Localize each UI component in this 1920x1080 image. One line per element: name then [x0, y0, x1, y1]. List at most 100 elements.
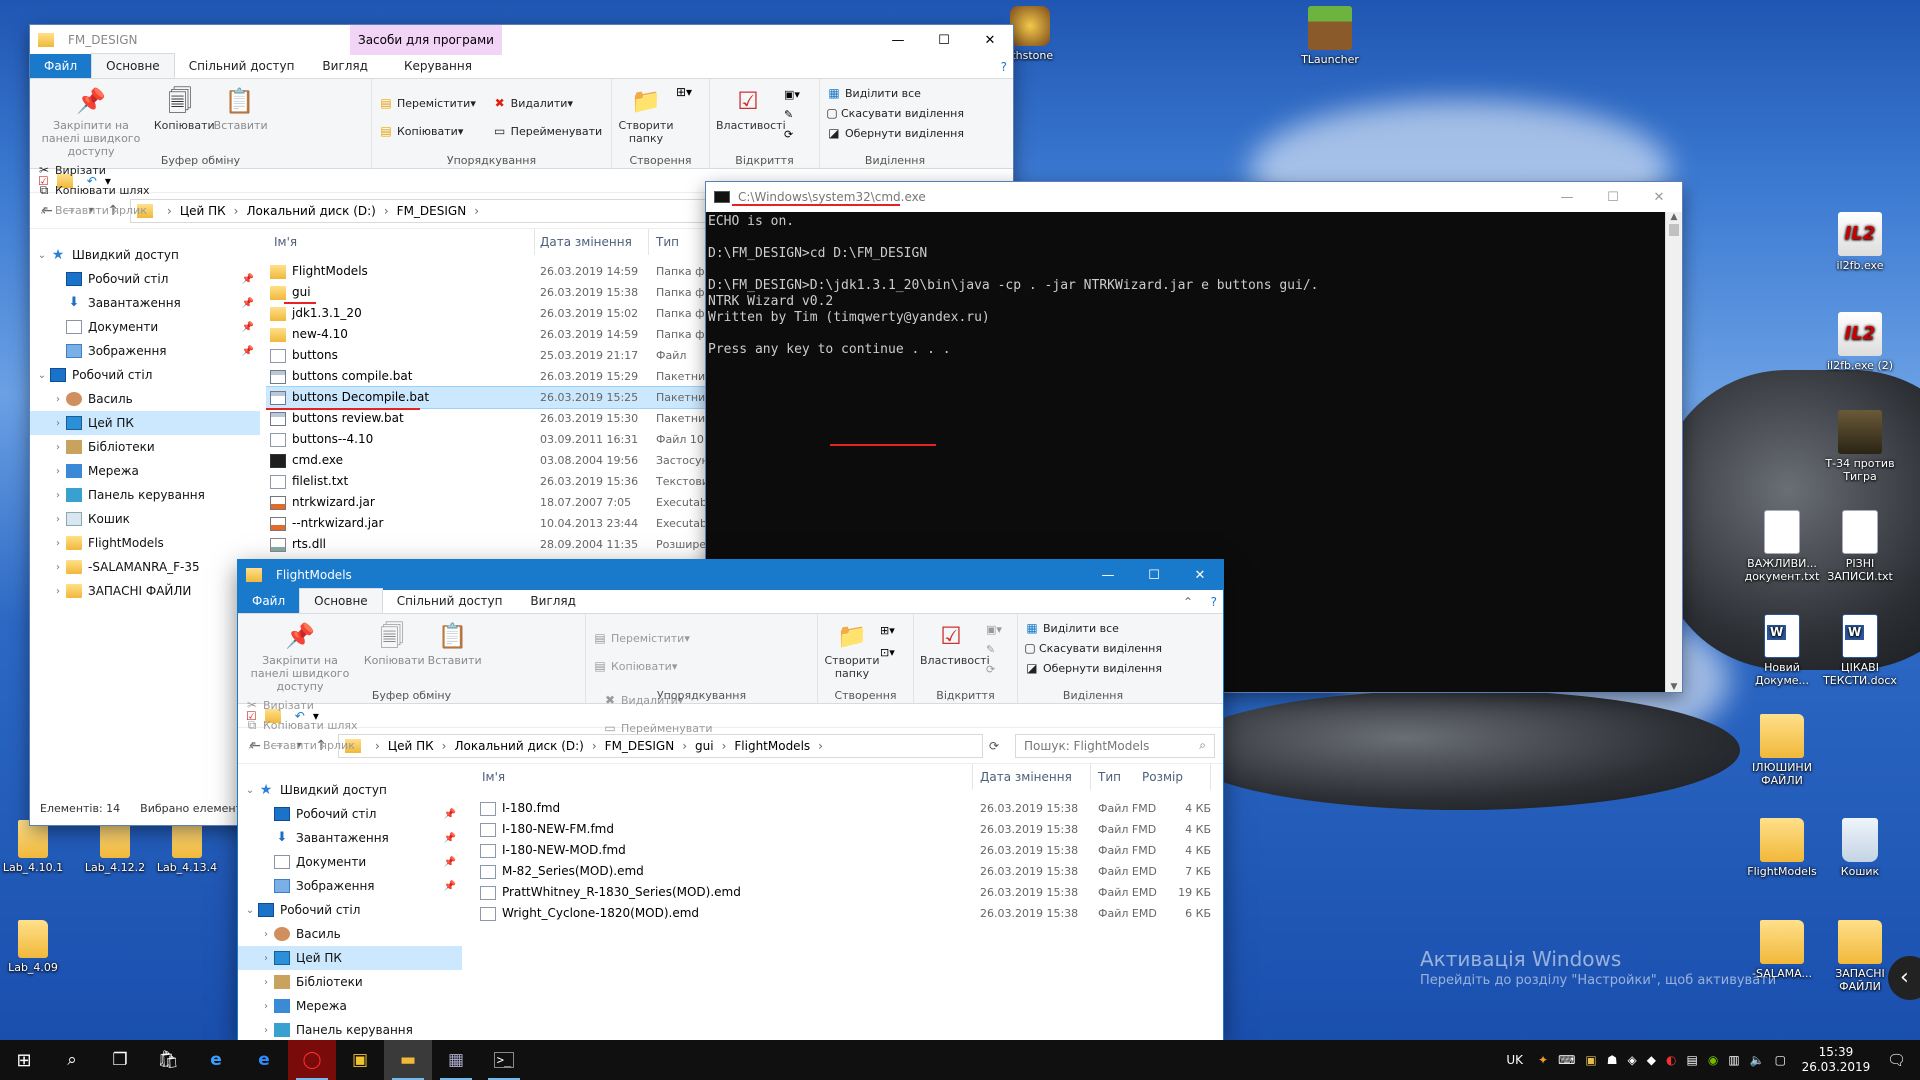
- chevron-right-icon[interactable]: ›: [50, 490, 66, 501]
- desktop-icon-folder[interactable]: Lab_4.09: [0, 920, 76, 974]
- tray-drive-icon[interactable]: ◆: [1647, 1053, 1656, 1067]
- network-icon[interactable]: ▥: [1728, 1053, 1739, 1067]
- breadcrumb-segment[interactable]: Цей ПК: [388, 739, 434, 753]
- pin-icon[interactable]: 📌: [444, 809, 456, 820]
- select-none-button[interactable]: ▢ Скасувати виділення: [1024, 638, 1162, 658]
- chevron-right-icon[interactable]: ›: [258, 1025, 274, 1036]
- close-icon[interactable]: ✕: [967, 25, 1013, 55]
- chevron-right-icon[interactable]: ›: [722, 739, 727, 753]
- nav-item[interactable]: › Мережа: [30, 459, 260, 483]
- chevron-right-icon[interactable]: ›: [442, 739, 447, 753]
- open-icons[interactable]: ▣▾ ✎ ⟳: [986, 620, 1002, 680]
- taskbar-cmd[interactable]: >_: [480, 1040, 528, 1080]
- taskbar-app[interactable]: ▦: [432, 1040, 480, 1080]
- chevron-down-icon[interactable]: ⌄: [34, 250, 50, 261]
- tray-nvidia-icon[interactable]: ◉: [1708, 1053, 1718, 1067]
- maximize-icon[interactable]: ☐: [1590, 182, 1636, 212]
- tray-shield-icon[interactable]: ◈: [1628, 1053, 1637, 1067]
- invert-selection-button[interactable]: ◪ Обернути виділення: [1024, 658, 1162, 678]
- task-view-button[interactable]: ❐: [96, 1040, 144, 1080]
- nav-item[interactable]: › Панель керування: [30, 483, 260, 507]
- tray-rog-icon[interactable]: ◐: [1666, 1053, 1676, 1067]
- new-folder-button[interactable]: 📁 Створити папку: [824, 618, 880, 680]
- desktop-icon-bin[interactable]: Кошик: [1814, 818, 1906, 878]
- close-icon[interactable]: ✕: [1636, 182, 1682, 212]
- help-icon[interactable]: ?: [995, 55, 1013, 79]
- chevron-right-icon[interactable]: ›: [50, 514, 66, 525]
- minimize-icon[interactable]: —: [875, 25, 921, 55]
- console-scrollbar[interactable]: ▲ ▼: [1665, 212, 1682, 692]
- nav-item[interactable]: › Бібліотеки: [30, 435, 260, 459]
- file-row[interactable]: PrattWhitney_R-1830_Series(MOD).emd 26.03…: [472, 882, 1223, 903]
- desktop-icon-folder[interactable]: Lab_4.13.4: [144, 820, 230, 874]
- chevron-right-icon[interactable]: ›: [258, 977, 274, 988]
- copy-button[interactable]: 🗐 Копіювати: [154, 83, 215, 132]
- chevron-right-icon[interactable]: ›: [234, 204, 239, 218]
- paste-button[interactable]: 📋 Вставити: [214, 83, 268, 132]
- desktop-icon-il2[interactable]: IL2 il2fb.exe: [1814, 212, 1906, 272]
- cmd-title-bar[interactable]: C:\Windows\system32\cmd.exe — ☐ ✕: [706, 182, 1682, 212]
- pin-icon[interactable]: 📌: [444, 857, 456, 868]
- nav-item[interactable]: › Василь: [30, 387, 260, 411]
- pin-icon[interactable]: 📌: [444, 881, 456, 892]
- breadcrumb-segment[interactable]: Локальний диск (D:): [246, 204, 375, 218]
- desktop-icon-folder[interactable]: ІЛЮШИНИ ФАЙЛИ: [1736, 714, 1828, 787]
- nav-item[interactable]: › Цей ПК: [30, 411, 260, 435]
- delete-button[interactable]: ✖ Видалити ▾: [492, 89, 603, 117]
- search-button[interactable]: ⌕: [48, 1040, 96, 1080]
- properties-button[interactable]: ☑ Властивості: [920, 618, 990, 667]
- minimize-icon[interactable]: —: [1085, 560, 1131, 590]
- help-icon[interactable]: ?: [1205, 590, 1223, 614]
- chevron-right-icon[interactable]: ›: [50, 586, 66, 597]
- nav-item[interactable]: › Василь: [238, 922, 462, 946]
- chevron-down-icon[interactable]: ⌄: [34, 370, 50, 381]
- copy-button[interactable]: 🗐 Копіювати: [364, 618, 425, 667]
- nav-item[interactable]: ⬇ Завантаження 📌: [30, 291, 260, 315]
- nav-item[interactable]: Робочий стіл 📌: [30, 267, 260, 291]
- title-bar[interactable]: FlightModels — ☐ ✕: [238, 560, 1223, 590]
- pin-quick-access-button[interactable]: 📌 Закріпити на панелі швидкого доступу: [244, 618, 356, 693]
- chevron-right-icon[interactable]: ›: [50, 538, 66, 549]
- nav-item[interactable]: Документи 📌: [238, 850, 462, 874]
- chevron-right-icon[interactable]: ›: [50, 394, 66, 405]
- nav-item[interactable]: › Мережа: [238, 994, 462, 1018]
- desktop-icon-tank[interactable]: Т-34 против Тигра: [1814, 410, 1906, 483]
- file-row[interactable]: M-82_Series(MOD).emd 26.03.2019 15:38 Файл…: [472, 861, 1223, 882]
- breadcrumb-segment[interactable]: Цей ПК: [180, 204, 226, 218]
- nav-item[interactable]: Документи 📌: [30, 315, 260, 339]
- taskbar-ie[interactable]: e: [192, 1040, 240, 1080]
- pin-icon[interactable]: 📌: [242, 322, 254, 333]
- tab-home[interactable]: Основне: [91, 53, 175, 78]
- nav-item[interactable]: ⌄ ★ Швидкий доступ: [30, 243, 260, 267]
- tab-file[interactable]: Файл: [238, 589, 300, 613]
- tray-audio-device-icon[interactable]: ▤: [1686, 1053, 1697, 1067]
- new-folder-button[interactable]: 📁 Створити папку: [618, 83, 674, 145]
- nav-item[interactable]: Зображення 📌: [30, 339, 260, 363]
- pin-icon[interactable]: 📌: [242, 346, 254, 357]
- volume-icon[interactable]: 🔈: [1750, 1053, 1765, 1067]
- column-size[interactable]: Розмір: [1142, 770, 1183, 784]
- chevron-right-icon[interactable]: ›: [50, 418, 66, 429]
- pin-quick-access-button[interactable]: 📌 Закріпити на панелі швидкого доступу: [36, 83, 146, 158]
- tray-keyboard-icon[interactable]: ⌨: [1558, 1053, 1575, 1067]
- file-row[interactable]: I-180-NEW-FM.fmd 26.03.2019 15:38 Файл FMD…: [472, 819, 1223, 840]
- chevron-down-icon[interactable]: ⌄: [242, 905, 258, 916]
- properties-button[interactable]: ☑ Властивості: [716, 83, 786, 132]
- chevron-right-icon[interactable]: ›: [474, 204, 479, 218]
- chevron-right-icon[interactable]: ›: [50, 562, 66, 573]
- chevron-left-icon[interactable]: ‹: [1888, 956, 1920, 1000]
- chevron-right-icon[interactable]: ›: [258, 1001, 274, 1012]
- nav-item[interactable]: › FlightModels: [30, 531, 260, 555]
- taskbar-media[interactable]: ▣: [336, 1040, 384, 1080]
- column-date[interactable]: Дата змінення: [980, 770, 1072, 784]
- column-type[interactable]: Тип: [1098, 770, 1121, 784]
- nav-item[interactable]: › Панель керування: [238, 1018, 462, 1040]
- desktop-icon-folder[interactable]: Lab_4.10.1: [0, 820, 76, 874]
- file-row[interactable]: Wright_Cyclone-1820(MOD).emd 26.03.2019 1…: [472, 903, 1223, 924]
- select-all-button[interactable]: ▦ Виділити все: [1024, 618, 1162, 638]
- tab-share[interactable]: Спільний доступ: [175, 54, 309, 78]
- file-row[interactable]: I-180-NEW-MOD.fmd 26.03.2019 15:38 Файл FM…: [472, 840, 1223, 861]
- chevron-right-icon[interactable]: ›: [375, 739, 380, 753]
- tab-share[interactable]: Спільний доступ: [383, 589, 517, 613]
- column-type[interactable]: Тип: [656, 235, 679, 249]
